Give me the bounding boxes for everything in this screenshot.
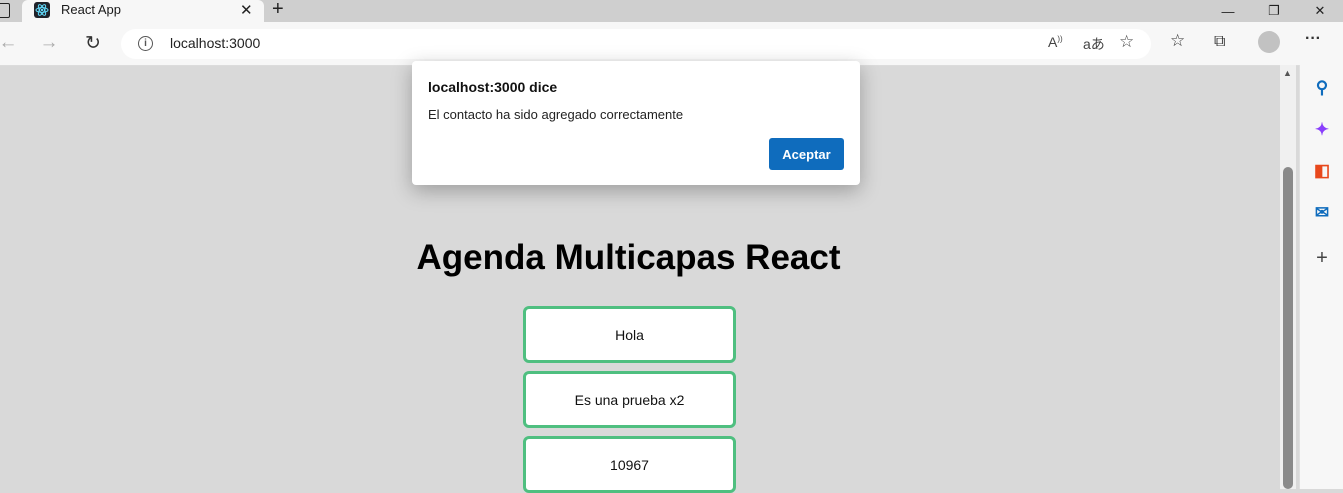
favorites-icon[interactable]: ☆: [1170, 31, 1185, 51]
search-icon[interactable]: ⚲: [1312, 78, 1332, 98]
tab-title: React App: [61, 2, 121, 17]
scroll-up-icon[interactable]: ▲: [1283, 68, 1292, 78]
read-aloud-icon[interactable]: A)): [1048, 34, 1063, 50]
add-sidebar-app-icon[interactable]: +: [1312, 247, 1332, 269]
refresh-icon[interactable]: ↻: [81, 31, 105, 55]
alert-dialog: localhost:3000 dice El contacto ha sido …: [412, 61, 860, 185]
window-controls: — ❐ ✕: [1205, 0, 1343, 22]
browser-toolbar: ← → ↻ i localhost:3000 A)) aあ ☆ ☆ ⧉ ···: [0, 22, 1343, 66]
translate-icon[interactable]: aあ: [1083, 34, 1105, 54]
more-menu-icon[interactable]: ···: [1305, 30, 1321, 48]
url-text[interactable]: localhost:3000: [170, 35, 260, 51]
react-favicon-icon: [34, 2, 50, 18]
contact-card[interactable]: Es una prueba x2: [523, 371, 736, 428]
address-bar[interactable]: i localhost:3000 A)) aあ ☆: [121, 29, 1151, 59]
minimize-icon[interactable]: —: [1205, 0, 1251, 22]
contact-card[interactable]: Hola: [523, 306, 736, 363]
office-icon[interactable]: ◧: [1312, 161, 1332, 181]
contact-card[interactable]: 10967: [523, 436, 736, 493]
browser-tab[interactable]: React App ✕: [22, 0, 264, 24]
scroll-thumb[interactable]: [1283, 167, 1293, 489]
close-window-icon[interactable]: ✕: [1297, 0, 1343, 22]
page-title: Agenda Multicapas React: [416, 238, 841, 277]
copilot-icon[interactable]: ✦: [1312, 120, 1332, 140]
tab-actions-icon[interactable]: [0, 3, 10, 18]
back-icon[interactable]: ←: [0, 31, 20, 55]
favorite-add-icon[interactable]: ☆: [1119, 32, 1134, 52]
page-scrollbar[interactable]: ▲: [1280, 65, 1296, 489]
edge-sidebar: ⚲ ✦ ◧ ✉ +: [1299, 65, 1343, 489]
forward-icon[interactable]: →: [37, 31, 61, 55]
accept-button[interactable]: Aceptar: [769, 138, 844, 170]
collections-icon[interactable]: ⧉: [1214, 33, 1225, 51]
dialog-message: El contacto ha sido agregado correctamen…: [428, 107, 684, 122]
site-info-icon[interactable]: i: [138, 36, 153, 51]
outlook-icon[interactable]: ✉: [1312, 203, 1332, 223]
dialog-title: localhost:3000 dice: [428, 79, 558, 95]
tab-close-icon[interactable]: ✕: [240, 1, 253, 19]
restore-icon[interactable]: ❐: [1251, 0, 1297, 22]
new-tab-icon[interactable]: +: [272, 0, 284, 21]
title-bar: React App ✕ + — ❐ ✕: [0, 0, 1343, 24]
profile-avatar[interactable]: [1258, 31, 1280, 53]
